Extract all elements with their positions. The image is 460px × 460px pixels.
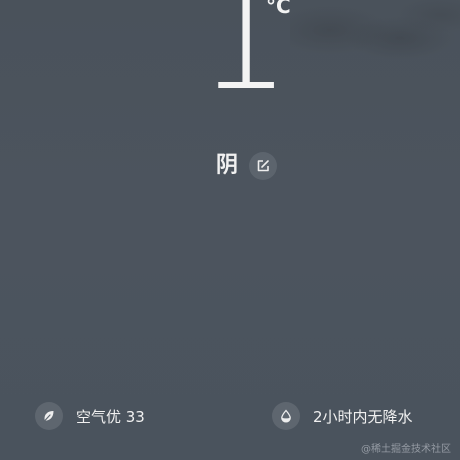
weather-condition: 阴	[216, 153, 239, 178]
air-quality-item[interactable]: 空气优 33	[35, 401, 145, 431]
condition-row: 阴	[216, 150, 278, 182]
cloud-background	[290, 0, 460, 80]
temperature-value: 1	[196, 0, 291, 124]
edit-button[interactable]	[249, 152, 278, 180]
precipitation-icon-circle	[272, 402, 300, 430]
water-drop-icon	[281, 409, 291, 423]
precipitation-item[interactable]: 2小时内无降水	[272, 401, 413, 431]
watermark: @稀土掘金技术社区	[361, 444, 451, 455]
precipitation-label: 2小时内无降水	[313, 407, 413, 426]
air-quality-label: 空气优 33	[76, 407, 145, 426]
edit-icon	[257, 160, 269, 172]
leaf-icon	[43, 411, 54, 423]
temperature-unit: °C	[266, 0, 291, 18]
air-quality-icon-circle	[35, 402, 63, 430]
weather-screen: 1 °C 阴 空气优 33 2小时内无降水 @稀土掘金技术社区	[0, 0, 460, 460]
